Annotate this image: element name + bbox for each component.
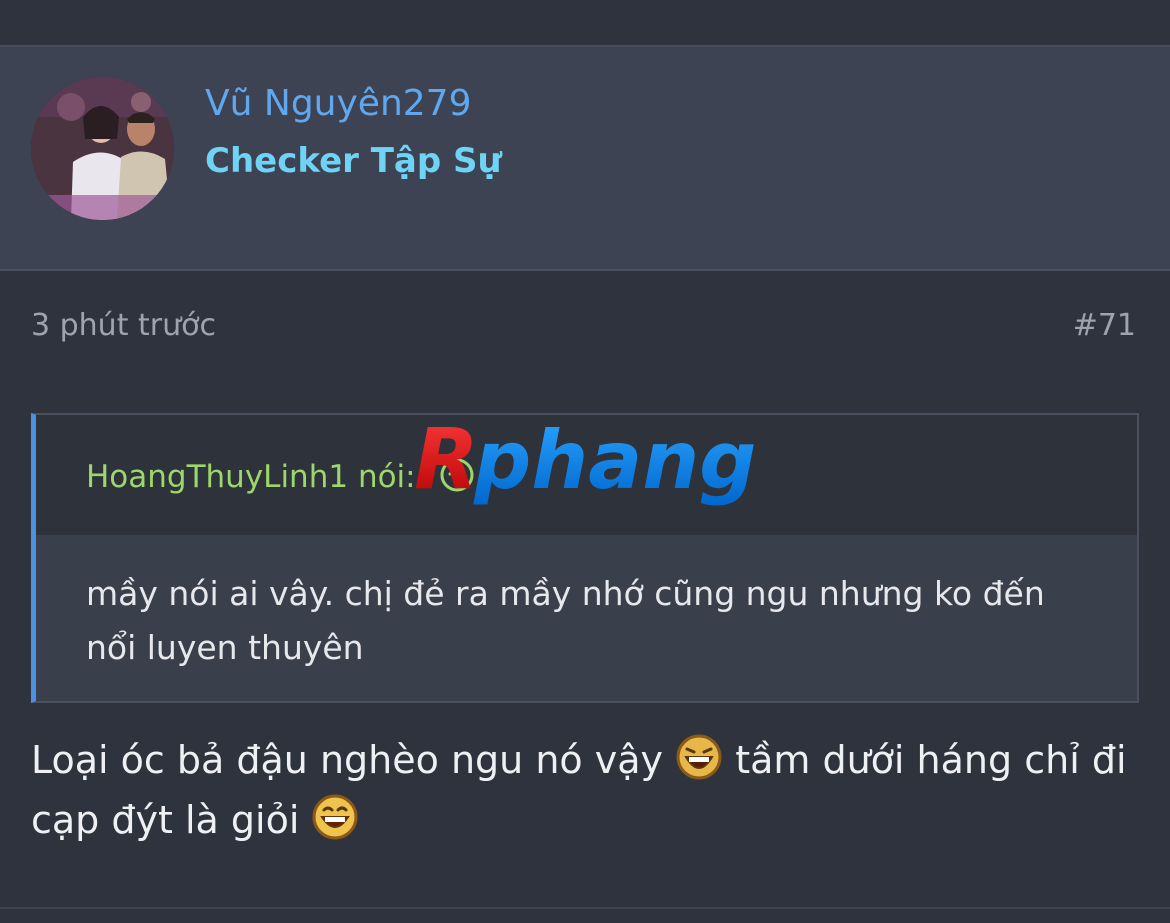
message-part-1: Loại óc bả đậu nghèo ngu nó vậy bbox=[31, 738, 663, 782]
quote-author-line: HoangThuyLinh1 nói: bbox=[86, 457, 475, 495]
post-message: Loại óc bả đậu nghèo ngu nó vậy tầm dưới… bbox=[31, 730, 1131, 850]
quote-header: HoangThuyLinh1 nói: bbox=[36, 415, 1137, 535]
quote-text: mầy nói ai vây. chị đẻ ra mầy nhớ cũng n… bbox=[86, 574, 1045, 667]
laughing-emoji-icon bbox=[311, 793, 359, 841]
post-time[interactable]: 3 phút trước bbox=[31, 308, 216, 343]
avatar[interactable] bbox=[31, 77, 174, 220]
post-page: Vũ Nguyên279 Checker Tập Sự 3 phút trước… bbox=[0, 0, 1170, 923]
arrow-up-circle-icon[interactable] bbox=[439, 457, 475, 493]
user-header: Vũ Nguyên279 Checker Tập Sự bbox=[0, 45, 1170, 271]
user-title: Checker Tập Sự bbox=[205, 141, 502, 181]
quote-said-label: nói: bbox=[357, 459, 416, 495]
quote-block: HoangThuyLinh1 nói: mầy nói ai vây. chị … bbox=[31, 413, 1139, 703]
laughing-emoji-icon bbox=[675, 733, 723, 781]
post-number[interactable]: #71 bbox=[1073, 308, 1136, 343]
divider bbox=[0, 907, 1170, 909]
avatar-photo bbox=[31, 77, 174, 220]
quote-author[interactable]: HoangThuyLinh1 bbox=[86, 459, 348, 495]
username[interactable]: Vũ Nguyên279 bbox=[205, 83, 471, 124]
